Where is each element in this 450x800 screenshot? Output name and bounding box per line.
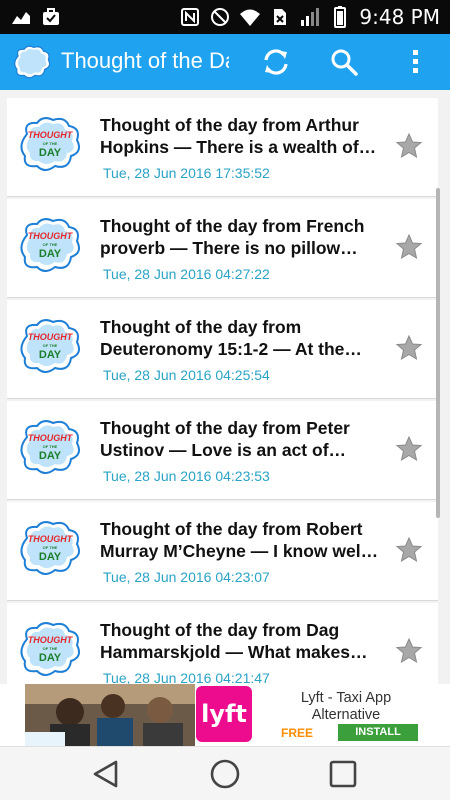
svg-text:THOUGHT: THOUGHT [28,534,74,544]
home-icon[interactable] [208,757,242,791]
battery-icon [334,6,347,28]
lyft-logo: lyft [196,686,252,742]
app-title: Thought of the Day [61,48,229,73]
thought-list[interactable]: THOUGHT OF THE DAY Thought of the day fr… [0,90,450,684]
thought-of-the-day-logo: THOUGHT OF THE DAY [20,218,80,272]
more-vert-icon [413,50,418,73]
thought-of-the-day-logo: THOUGHT OF THE DAY [20,319,80,373]
svg-text:DAY: DAY [39,147,62,159]
item-title: Thought of the day from Deuteronomy 15:1… [100,317,362,359]
svg-text:THOUGHT: THOUGHT [28,231,74,241]
svg-text:DAY: DAY [39,349,62,361]
briefcase-icon [43,8,59,25]
list-item[interactable]: THOUGHT OF THE DAY Thought of the day fr… [7,603,438,684]
svg-text:DAY: DAY [39,450,62,462]
svg-text:OF THE: OF THE [43,444,58,449]
ad-title: Lyft - Taxi App Alternative [300,690,392,723]
item-date: Tue, 28 Jun 2016 17:35:52 [103,165,270,181]
svg-text:OF THE: OF THE [43,545,58,550]
star-icon[interactable] [395,233,423,261]
thought-of-the-day-logo: THOUGHT OF THE DAY [20,521,80,575]
svg-text:THOUGHT: THOUGHT [28,635,74,645]
svg-text:DAY: DAY [39,248,62,260]
thought-of-the-day-logo: THOUGHT OF THE DAY [20,420,80,474]
svg-text:THOUGHT: THOUGHT [28,130,74,140]
ad-price: FREE [281,726,314,740]
item-title: Thought of the day from Robert Murray M’… [100,519,379,561]
refresh-button[interactable] [256,42,296,82]
svg-text:OF THE: OF THE [43,343,58,348]
item-date: Tue, 28 Jun 2016 04:21:47 [103,670,270,684]
recents-icon[interactable] [326,757,360,791]
star-icon[interactable] [395,132,423,160]
ad-install-button[interactable]: INSTALL [338,724,418,741]
status-bar: 9:48 PM [0,0,450,34]
svg-text:OF THE: OF THE [43,242,58,247]
list-item[interactable]: THOUGHT OF THE DAY Thought of the day fr… [7,401,438,500]
app-logo-icon [14,45,51,79]
item-title: Thought of the day from Dag Hammarskjold… [100,620,368,662]
ad-banner[interactable]: lyft Lyft - Taxi App Alternative FREE IN… [25,684,425,746]
status-time: 9:48 PM [359,5,440,29]
svg-text:DAY: DAY [39,652,62,664]
wifi-icon [240,9,261,26]
list-scrollbar[interactable] [436,188,440,518]
ad-choices-badge[interactable] [25,732,65,746]
list-item[interactable]: THOUGHT OF THE DAY Thought of the day fr… [7,199,438,298]
item-date: Tue, 28 Jun 2016 04:27:22 [103,266,270,282]
svg-text:THOUGHT: THOUGHT [28,433,74,443]
app-bar: Thought of the Day [0,34,450,90]
list-item[interactable]: THOUGHT OF THE DAY Thought of the day fr… [7,300,438,399]
no-sim-icon [274,9,287,25]
star-icon[interactable] [395,334,423,362]
item-title: Thought of the day from Arthur Hopkins —… [100,115,377,157]
item-title: Thought of the day from French proverb —… [100,216,365,258]
search-button[interactable] [324,42,364,82]
list-item[interactable]: THOUGHT OF THE DAY Thought of the day fr… [7,98,438,197]
item-title: Thought of the day from Peter Ustinov — … [100,418,350,460]
svg-text:OF THE: OF THE [43,141,58,146]
list-item[interactable]: THOUGHT OF THE DAY Thought of the day fr… [7,502,438,601]
back-icon[interactable] [90,757,124,791]
item-date: Tue, 28 Jun 2016 04:25:54 [103,367,270,383]
activity-icon [12,12,30,24]
overflow-menu-button[interactable] [396,42,436,82]
refresh-icon [264,49,288,75]
svg-text:OF THE: OF THE [43,646,58,651]
navigation-bar [0,746,450,800]
svg-text:DAY: DAY [39,551,62,563]
thought-of-the-day-logo: THOUGHT OF THE DAY [20,117,80,171]
star-icon[interactable] [395,435,423,463]
nfc-icon [181,8,200,26]
star-icon[interactable] [395,536,423,564]
star-icon[interactable] [395,637,423,665]
search-icon [331,49,358,76]
item-date: Tue, 28 Jun 2016 04:23:53 [103,468,270,484]
thought-of-the-day-logo: THOUGHT OF THE DAY [20,622,80,676]
mute-icon [211,8,230,26]
item-date: Tue, 28 Jun 2016 04:23:07 [103,569,270,585]
signal-icon [301,8,320,26]
svg-text:THOUGHT: THOUGHT [28,332,74,342]
